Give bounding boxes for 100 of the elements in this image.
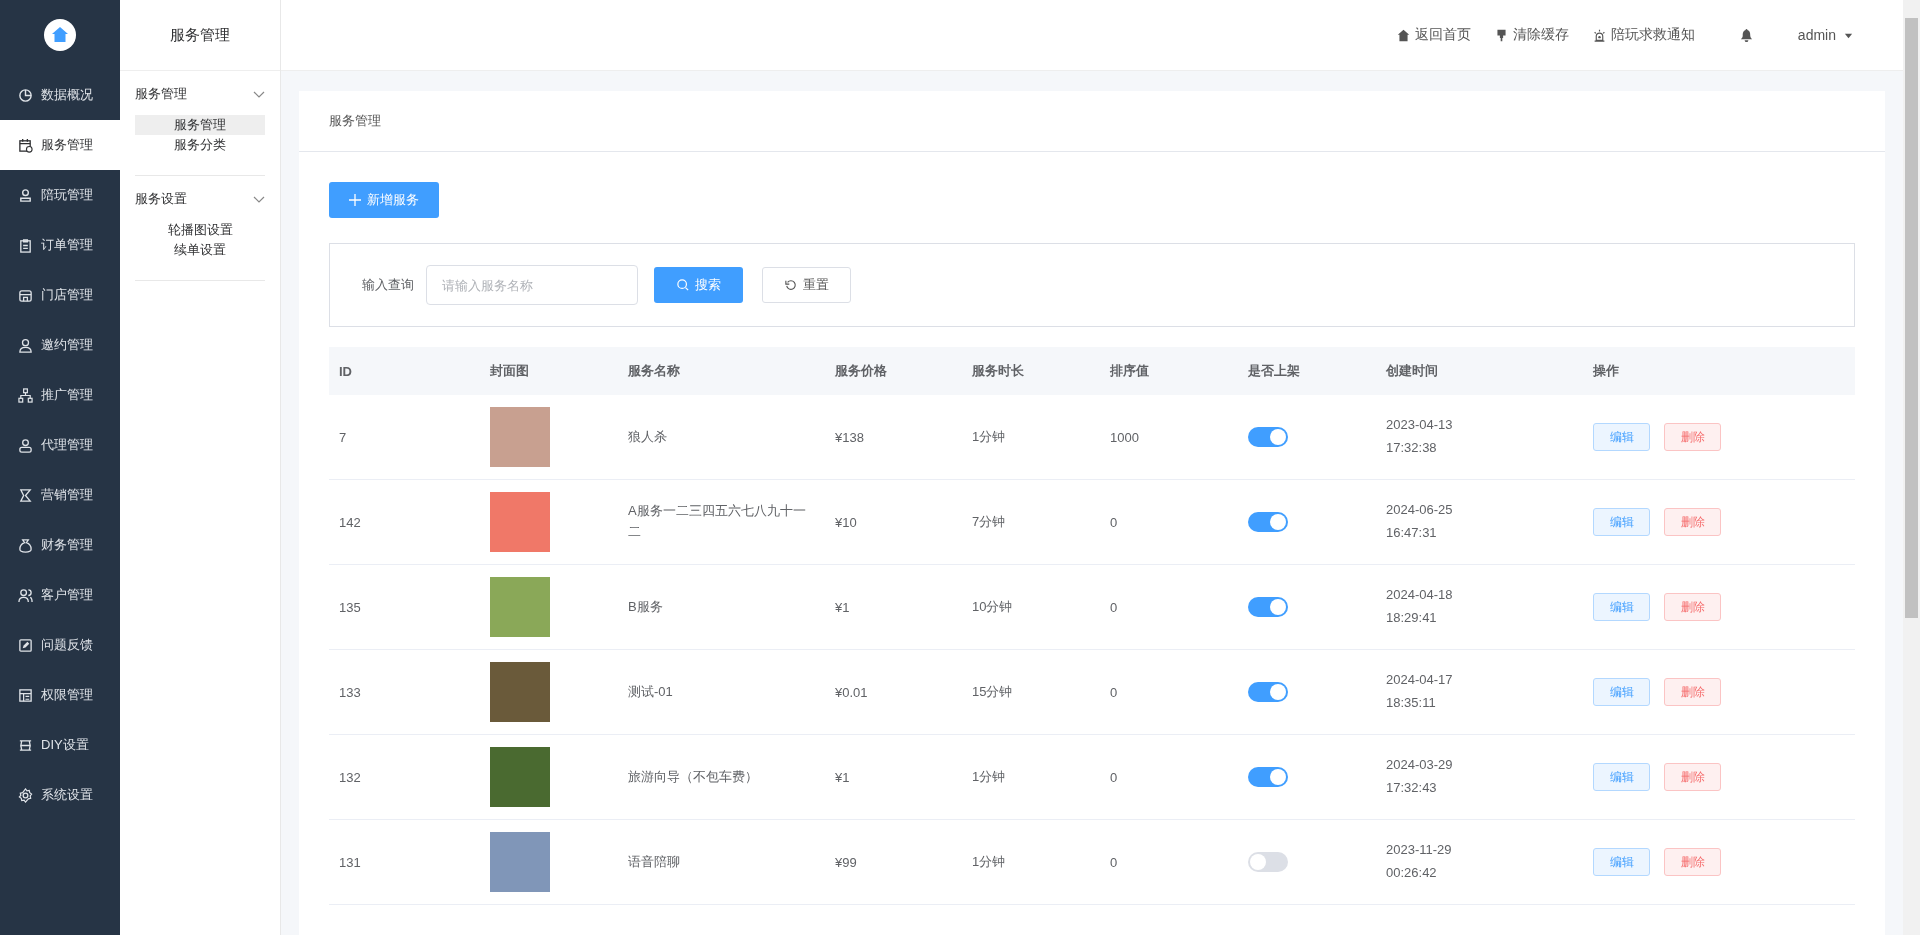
price-cell: ¥99 [835, 854, 857, 870]
duration-cell: 1分钟 [972, 769, 1006, 784]
clipboard-icon [18, 237, 33, 253]
sidebar-item[interactable]: 门店管理 [0, 270, 120, 320]
person-icon [18, 187, 33, 203]
sidebar-item[interactable]: 服务管理 [0, 120, 120, 170]
sidebar-item[interactable]: 问题反馈 [0, 620, 120, 670]
photo-placeholder [490, 407, 550, 467]
edit-icon [18, 637, 33, 653]
scrollbar[interactable] [1903, 0, 1920, 935]
duration-cell: 10分钟 [972, 599, 1013, 614]
submenu-title: 服务管理 [120, 0, 280, 71]
toggle-switch[interactable] [1248, 682, 1288, 702]
sidebar-item[interactable]: 营销管理 [0, 470, 120, 520]
sidebar-item[interactable]: 代理管理 [0, 420, 120, 470]
alarm-light-icon [1592, 28, 1606, 42]
plus-icon [349, 194, 361, 206]
sort-cell: 0 [1110, 769, 1118, 785]
duration-cell: 1分钟 [972, 429, 1006, 444]
sort-cell: 0 [1110, 514, 1118, 530]
column-header: 是否上架 [1248, 363, 1300, 378]
toggle-switch[interactable] [1248, 512, 1288, 532]
hierarchy-icon [18, 387, 33, 403]
users-icon [18, 587, 33, 603]
id-cell: 142 [339, 514, 361, 530]
calendar-icon [18, 137, 33, 153]
service-name: 测试-01 [628, 682, 674, 701]
created-time: 2023-11-29 00:26:42 [1386, 842, 1452, 880]
submenu-item[interactable]: 服务分类 [135, 135, 265, 155]
toggle-switch[interactable] [1248, 767, 1288, 787]
user-icon [18, 337, 33, 353]
column-header: 创建时间 [1386, 363, 1438, 378]
search-label: 输入查询 [362, 276, 414, 294]
sidebar-item[interactable]: 系统设置 [0, 770, 120, 820]
home-icon [1396, 28, 1410, 42]
price-cell: ¥10 [835, 514, 857, 530]
price-cell: ¥1 [835, 769, 850, 785]
sidebar-item[interactable]: 推广管理 [0, 370, 120, 420]
column-header: 操作 [1593, 363, 1619, 378]
created-time: 2024-04-18 18:29:41 [1386, 587, 1453, 625]
search-icon [676, 279, 689, 291]
settings-icon [18, 787, 33, 803]
search-field[interactable]: 请输入服务名称 [426, 265, 638, 305]
submenu-group-header[interactable]: 服务管理 [135, 81, 265, 107]
created-time: 2024-03-29 17:32:43 [1386, 757, 1453, 795]
sidebar-item[interactable]: DIY设置 [0, 720, 120, 770]
refresh-icon [784, 279, 797, 291]
id-cell: 131 [339, 854, 361, 870]
toggle-switch[interactable] [1248, 427, 1288, 447]
service-name: B服务 [628, 597, 664, 616]
price-cell: ¥0.01 [835, 684, 868, 700]
id-cell: 7 [339, 429, 347, 445]
created-time: 2024-04-17 18:35:11 [1386, 672, 1453, 710]
service-name: 狼人杀 [628, 427, 668, 446]
submenu-item[interactable]: 服务管理 [135, 115, 265, 135]
bench-icon [18, 737, 33, 753]
sidebar-item[interactable]: 订单管理 [0, 220, 120, 270]
sort-cell: 1000 [1110, 429, 1139, 445]
photo-placeholder [490, 662, 550, 722]
submenu-group-header[interactable]: 服务设置 [135, 186, 265, 212]
sidebar-item[interactable]: 客户管理 [0, 570, 120, 620]
submenu-item[interactable]: 续单设置 [135, 240, 265, 260]
id-cell: 133 [339, 684, 361, 700]
duration-cell: 7分钟 [972, 514, 1006, 529]
sort-cell: 0 [1110, 599, 1118, 615]
sidebar-item[interactable]: 权限管理 [0, 670, 120, 720]
form-icon [18, 687, 33, 703]
photo-placeholder [490, 832, 550, 892]
user-menu[interactable]: admin [1797, 27, 1853, 43]
column-header: 服务时长 [972, 363, 1024, 378]
logo-icon [44, 19, 76, 51]
photo-placeholder [490, 747, 550, 807]
column-header: 封面图 [490, 363, 529, 378]
breadcrumb: 服务管理 [329, 112, 381, 130]
price-cell: ¥138 [835, 429, 864, 445]
pie-chart-icon [18, 87, 33, 103]
money-bag-icon [18, 537, 33, 553]
header-link[interactable]: 清除缓存 [1494, 26, 1569, 44]
price-cell: ¥1 [835, 599, 850, 615]
duration-cell: 15分钟 [972, 684, 1013, 699]
sidebar-item[interactable]: 财务管理 [0, 520, 120, 570]
sort-cell: 0 [1110, 684, 1118, 700]
hourglass-icon [18, 487, 33, 503]
toggle-switch[interactable] [1248, 852, 1288, 872]
column-header: 服务价格 [835, 363, 887, 378]
column-header: 排序值 [1110, 363, 1149, 378]
created-time: 2024-06-25 16:47:31 [1386, 502, 1453, 540]
column-header: ID [339, 363, 352, 379]
service-name: 语音陪聊 [628, 852, 681, 871]
reset-button[interactable]: 重置 [762, 267, 851, 303]
service-name: 旅游向导（不包车费） [628, 767, 759, 786]
sidebar-item[interactable]: 邀约管理 [0, 320, 120, 370]
service-name: A服务一二三四五六七八九十一二 [628, 502, 807, 541]
toggle-switch[interactable] [1248, 597, 1288, 617]
header-link[interactable]: 陪玩求救通知 [1592, 26, 1695, 44]
header-link[interactable]: 返回首页 [1396, 26, 1471, 44]
submenu-item[interactable]: 轮播图设置 [135, 220, 265, 240]
sidebar-item[interactable]: 陪玩管理 [0, 170, 120, 220]
photo-placeholder [490, 577, 550, 637]
sidebar-item[interactable]: 数据概况 [0, 70, 120, 120]
